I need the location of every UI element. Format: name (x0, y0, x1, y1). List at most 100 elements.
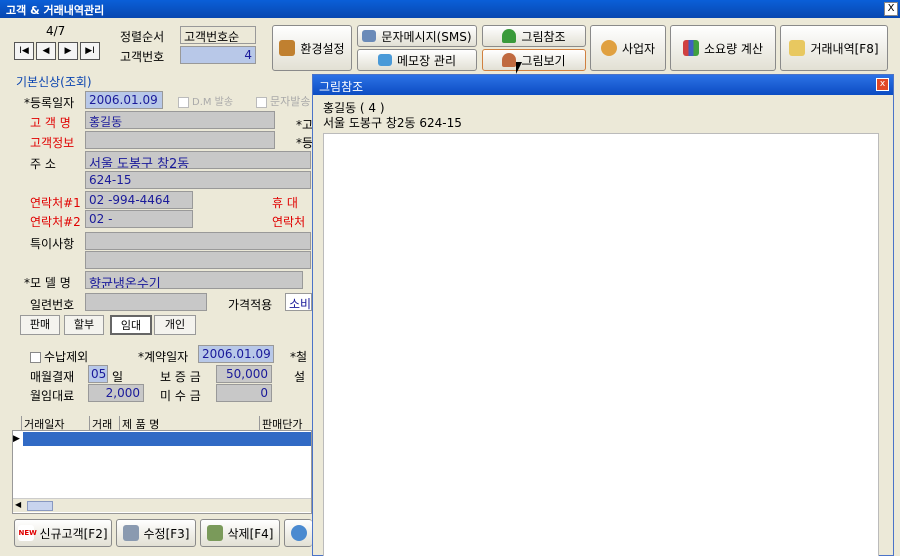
picture-view-button[interactable]: 그림보기 (482, 49, 586, 71)
mode-rental-button[interactable]: 임대 (110, 315, 152, 335)
rent-field[interactable]: 2,000 (88, 384, 144, 402)
grid-hscrollbar[interactable]: ◀ (13, 498, 311, 512)
customer-name-label: 고 객 명 (30, 116, 71, 130)
monthly-payment-day-field[interactable]: 05 (88, 365, 108, 383)
customer-info-field[interactable] (85, 131, 275, 149)
tel1-field[interactable]: 02 -994-4464 (85, 191, 193, 209)
tel3-label: 연락처 (272, 215, 306, 229)
unpaid-label: 미 수 금 (160, 389, 201, 403)
address-line2-field[interactable]: 624-15 (85, 171, 311, 189)
rent-label: 월임대료 (30, 389, 75, 403)
picture-reference-popup: 그림참조 x 홍길동 ( 4 ) 서울 도봉구 창2동 624-15 (312, 74, 894, 556)
mode-sale-button[interactable]: 판매 (20, 315, 60, 335)
address-line1-field[interactable]: 서울 도봉구 창2동 (85, 151, 311, 169)
special-label: 특이사항 (30, 237, 75, 251)
price-label: 가격적용 (228, 298, 273, 312)
grid-col-product[interactable]: 제 품 명 (120, 416, 260, 430)
last-record-button[interactable]: ▶I (80, 42, 100, 60)
deposit-field[interactable]: 50,000 (216, 365, 272, 383)
monitor-icon (362, 30, 377, 42)
mode-installment-button[interactable]: 할부 (64, 315, 104, 335)
mobile-label: 휴 대 (272, 196, 298, 210)
memo-button[interactable]: 메모장 관리 (357, 49, 477, 71)
model-label: *모 델 명 (24, 276, 71, 290)
consumption-calc-button[interactable]: 소요량 계산 (670, 25, 776, 71)
row-indicator-icon: ▶ (13, 434, 20, 444)
search-person-icon (290, 525, 307, 541)
env-settings-button[interactable]: 환경설정 (272, 25, 352, 71)
cut-label-1: *고 (296, 118, 314, 132)
bag-icon (789, 40, 806, 56)
checkbox-icon (256, 96, 267, 108)
tel2-label: 연락처#2 (30, 215, 81, 229)
edit-icon (122, 525, 139, 541)
special-field-2[interactable] (85, 251, 311, 269)
monthly-unit-label: 일 (112, 370, 124, 384)
window-title: 고객 & 거래내역관리 (6, 4, 105, 17)
picture-area[interactable] (323, 133, 879, 556)
grid-col-type[interactable]: 거래 (90, 416, 120, 430)
tools-icon (279, 40, 296, 56)
tel1-label: 연락처#1 (30, 196, 81, 210)
table-row[interactable] (23, 432, 311, 446)
new-badge-icon: NEW (18, 525, 37, 541)
deposit-label: 보 증 금 (160, 370, 201, 384)
checkbox-icon (30, 352, 41, 363)
business-button[interactable]: 사업자 (590, 25, 666, 71)
window-close-button[interactable]: X (884, 2, 898, 16)
price-select[interactable]: 소비 (285, 293, 312, 311)
monthly-payment-label: 매월결재 (30, 370, 75, 384)
unpaid-field[interactable]: 0 (216, 384, 272, 402)
mouse-cursor-icon (516, 62, 522, 74)
contract-date-field[interactable]: 2006.01.09 (198, 345, 274, 363)
grid-corner (12, 416, 22, 430)
checkbox-icon (178, 96, 189, 108)
contract-date-label: *계약일자 (138, 350, 189, 364)
delete-icon (206, 525, 223, 541)
tree-icon (502, 29, 517, 43)
first-record-button[interactable]: I◀ (14, 42, 34, 60)
customer-number-field[interactable]: 4 (180, 46, 256, 64)
mushroom-icon (502, 53, 517, 67)
chart-icon (682, 40, 699, 56)
new-customer-button[interactable]: NEW 신규고객[F2] (14, 519, 112, 547)
customer-name-field[interactable]: 홍길동 (85, 111, 275, 129)
scroll-thumb[interactable] (27, 501, 53, 511)
popup-title: 그림참조 (319, 80, 364, 94)
dm-checkbox[interactable]: D.M 발송 (178, 93, 233, 108)
serial-label: 일련번호 (30, 298, 75, 312)
popup-close-button[interactable]: x (876, 78, 889, 91)
popup-customer-address: 서울 도봉구 창2동 624-15 (323, 116, 462, 130)
person-icon (600, 40, 617, 56)
delete-button[interactable]: 삭제[F4] (200, 519, 280, 547)
prev-record-button[interactable]: ◀ (36, 42, 56, 60)
sort-select[interactable]: 고객번호순 (180, 26, 256, 44)
popup-info: 홍길동 ( 4 ) 서울 도봉구 창2동 624-15 (313, 95, 893, 131)
scroll-left-icon[interactable]: ◀ (15, 500, 21, 509)
model-field[interactable]: 향균냉온수기 (85, 271, 303, 289)
sms-send-checkbox[interactable]: 문자발송 (256, 93, 310, 109)
grid-col-price[interactable]: 판매단가 (260, 416, 312, 430)
edit-button[interactable]: 수정[F3] (116, 519, 196, 547)
serial-field[interactable] (85, 293, 207, 311)
mode-personal-button[interactable]: 개인 (154, 315, 196, 335)
sms-button[interactable]: 문자메시지(SMS) (357, 25, 477, 47)
popup-titlebar: 그림참조 x (313, 75, 893, 95)
reg-date-field[interactable]: 2006.01.09 (85, 91, 163, 109)
grid-header: 거래일자 거래 제 품 명 판매단가 (12, 416, 312, 431)
customer-number-label: 고객번호 (120, 50, 165, 64)
cut-label-3: *철 (290, 350, 308, 364)
reg-date-label: *등록일자 (24, 96, 75, 110)
record-counter: 4/7 (46, 24, 66, 38)
customer-info-label: 고객정보 (30, 136, 75, 150)
special-field-1[interactable] (85, 232, 311, 250)
picture-reference-button[interactable]: 그림참조 (482, 25, 586, 47)
grid-col-date[interactable]: 거래일자 (22, 416, 90, 430)
next-record-button[interactable]: ▶ (58, 42, 78, 60)
trade-history-button[interactable]: 거래내역[F8] (780, 25, 888, 71)
search-button[interactable] (284, 519, 312, 547)
sort-label: 정렬순서 (120, 30, 165, 44)
tel2-field[interactable]: 02 - (85, 210, 193, 228)
popup-customer-name: 홍길동 ( 4 ) (323, 101, 385, 115)
exclude-checkbox[interactable]: 수납제외 (30, 348, 88, 365)
